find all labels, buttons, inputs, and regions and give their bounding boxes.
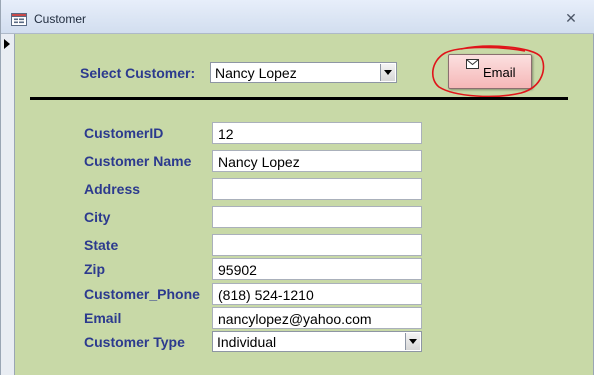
- state-field[interactable]: [212, 234, 422, 256]
- address-field[interactable]: [212, 178, 422, 200]
- state-label: State: [84, 237, 119, 253]
- select-customer-combobox[interactable]: Nancy Lopez: [210, 62, 397, 83]
- customer-form-window: Customer ✕ Select Customer: Nancy Lopez …: [0, 0, 594, 375]
- select-customer-dropdown-button[interactable]: [380, 64, 395, 81]
- customer-type-combobox[interactable]: Individual: [212, 331, 422, 352]
- customer-phone-label: Customer_Phone: [84, 286, 200, 302]
- customer-name-field[interactable]: Nancy Lopez: [212, 150, 422, 172]
- zip-label: Zip: [84, 261, 105, 277]
- title-bar: Customer ✕: [1, 0, 594, 34]
- close-icon[interactable]: ✕: [564, 11, 578, 25]
- customer-type-dropdown-button[interactable]: [405, 333, 420, 350]
- city-field[interactable]: [212, 206, 422, 228]
- address-label: Address: [84, 181, 141, 197]
- record-selector[interactable]: [1, 34, 15, 375]
- form-icon: [11, 13, 27, 26]
- select-customer-label: Select Customer:: [80, 65, 196, 81]
- customer-type-label: Customer Type: [84, 334, 185, 350]
- email-button[interactable]: Email: [448, 54, 532, 89]
- chevron-down-icon: [409, 339, 417, 344]
- customer-name-label: Customer Name: [84, 153, 192, 169]
- select-customer-value: Nancy Lopez: [215, 65, 297, 81]
- customer-type-value: Individual: [217, 334, 277, 350]
- header-divider: [30, 97, 568, 100]
- window-title: Customer: [34, 12, 87, 26]
- email-button-label: Email: [483, 65, 516, 80]
- envelope-icon: [466, 59, 479, 69]
- customer-phone-field[interactable]: (818) 524-1210: [212, 283, 422, 305]
- chevron-down-icon: [384, 70, 392, 75]
- zip-field[interactable]: 95902: [212, 258, 422, 280]
- customerid-field[interactable]: 12: [212, 122, 422, 144]
- current-record-arrow-icon: [4, 39, 10, 49]
- customerid-label: CustomerID: [84, 125, 164, 141]
- city-label: City: [84, 209, 111, 225]
- email-field[interactable]: nancylopez@yahoo.com: [212, 307, 422, 329]
- email-label: Email: [84, 310, 122, 326]
